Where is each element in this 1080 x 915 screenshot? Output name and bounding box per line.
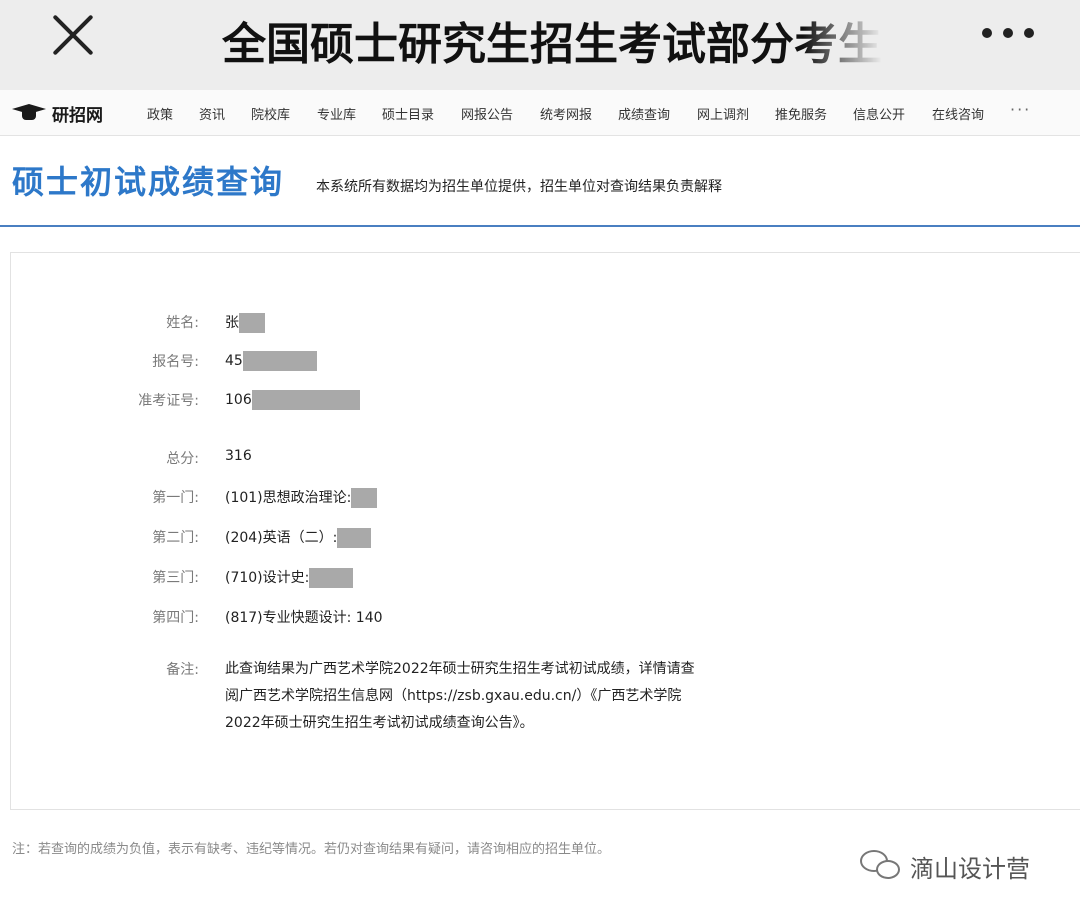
watermark: 滴山设计营 [860, 848, 1030, 884]
name-value: 张 [225, 312, 265, 333]
total-score-value: 316 [225, 448, 252, 464]
app-title-bar: 全国硕士研究生招生考试部分考生 [0, 0, 1080, 90]
nav-item-registration[interactable]: 统考网报 [540, 104, 592, 123]
nav-item-policy[interactable]: 政策 [147, 104, 173, 123]
nav-item-schools[interactable]: 院校库 [251, 104, 290, 123]
redaction-mask [239, 313, 265, 333]
score-result-card: 姓名: 张 报名号: 45 准考证号: 106 总分: 316 第一门: (10… [10, 252, 1080, 810]
graduation-cap-icon [12, 102, 46, 124]
page-heading: 硕士初试成绩查询 本系统所有数据均为招生单位提供，招生单位对查询结果负责解释 [0, 137, 1080, 227]
total-score-label: 总分: [166, 451, 199, 467]
heading-description: 本系统所有数据均为招生单位提供，招生单位对查询结果负责解释 [316, 179, 722, 195]
nav-item-disclosure[interactable]: 信息公开 [853, 104, 905, 123]
watermark-text: 滴山设计营 [910, 854, 1030, 883]
footnote: 注：若查询的成绩为负值，表示有缺考、违纪等情况。若仍对查询结果有疑问，请咨询相应… [12, 842, 611, 857]
nav-item-majors[interactable]: 专业库 [317, 104, 356, 123]
nav-item-recommendation[interactable]: 推免服务 [775, 104, 827, 123]
admission-ticket-value: 106 [225, 390, 360, 410]
redaction-mask [309, 568, 354, 588]
nav-item-catalog[interactable]: 硕士目录 [382, 104, 434, 123]
nav-item-score-query[interactable]: 成绩查询 [618, 104, 670, 123]
registration-no-label: 报名号: [152, 354, 199, 370]
close-icon[interactable] [50, 12, 96, 58]
nav-more-icon[interactable]: ··· [1010, 100, 1031, 119]
subject4-value: (817)专业快题设计: 140 [225, 610, 383, 626]
redaction-mask [337, 528, 372, 548]
site-logo[interactable]: 研招网 [12, 100, 103, 126]
name-label: 姓名: [166, 315, 199, 331]
nav-item-adjustment[interactable]: 网上调剂 [697, 104, 749, 123]
subject3-label: 第三门: [152, 570, 199, 586]
wechat-icon [860, 848, 904, 884]
subject2-value: (204)英语（二）: [225, 527, 372, 548]
subject2-label: 第二门: [152, 530, 199, 546]
registration-no-value: 45 [225, 351, 317, 371]
subject1-label: 第一门: [152, 490, 199, 506]
remark-label: 备注: [166, 662, 199, 678]
nav-item-news[interactable]: 资讯 [199, 104, 225, 123]
nav-item-announcements[interactable]: 网报公告 [461, 104, 513, 123]
nav-item-consulting[interactable]: 在线咨询 [932, 104, 984, 123]
admission-ticket-label: 准考证号: [138, 393, 199, 409]
redaction-mask [251, 390, 360, 410]
site-nav: 研招网 政策 资讯 院校库 专业库 硕士目录 网报公告 统考网报 成绩查询 网上… [0, 90, 1080, 136]
page-title: 全国硕士研究生招生考试部分考生 [222, 19, 882, 70]
redaction-mask [351, 488, 378, 508]
logo-text: 研招网 [52, 105, 103, 126]
subject3-value: (710)设计史: [225, 567, 354, 588]
heading-title: 硕士初试成绩查询 [12, 163, 285, 201]
subject1-value: (101)思想政治理论: [225, 487, 378, 508]
subject4-label: 第四门: [152, 610, 199, 626]
redaction-mask [242, 351, 317, 371]
more-options-icon[interactable] [982, 28, 1034, 40]
remark-text: 此查询结果为广西艺术学院2022年硕士研究生招生考试初试成绩，详情请查阅广西艺术… [225, 661, 695, 731]
